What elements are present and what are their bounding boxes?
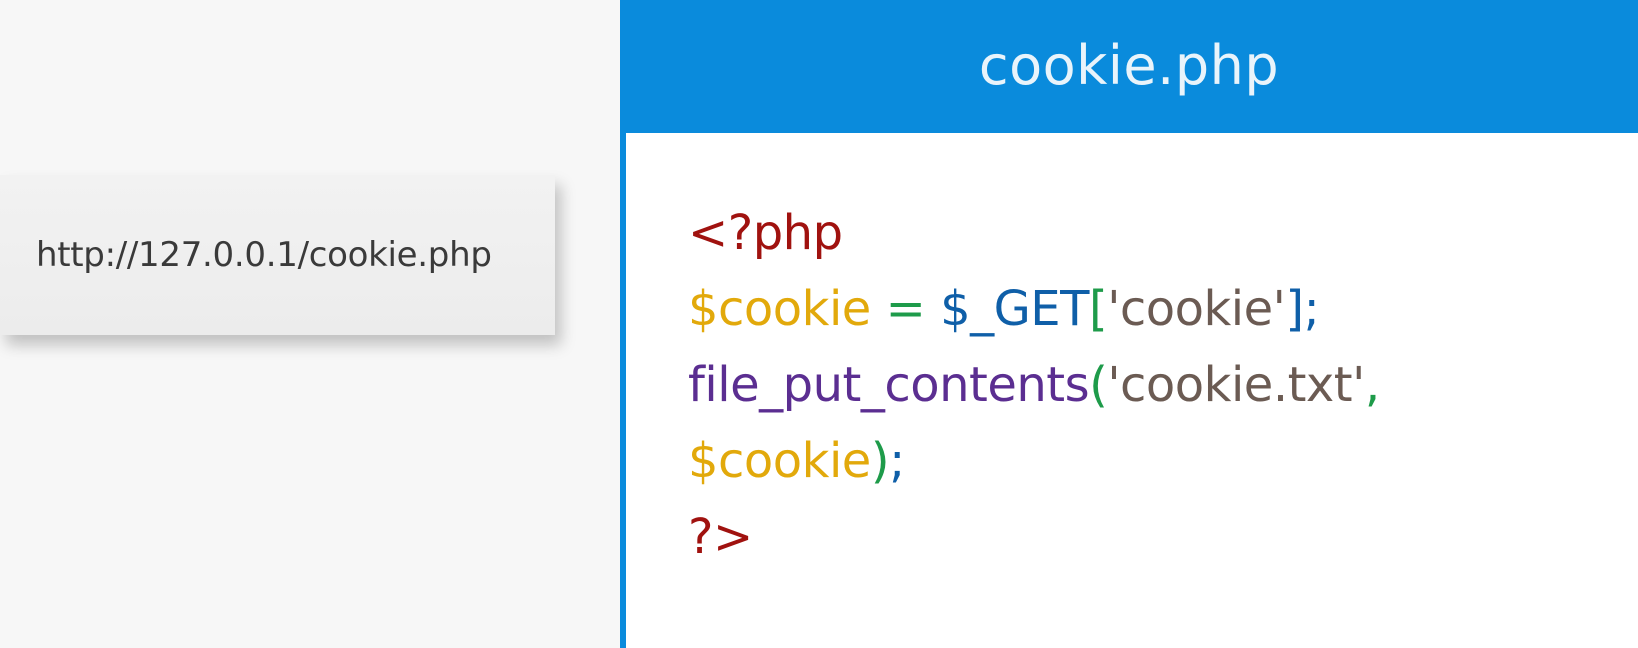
code-token: [ (1088, 281, 1108, 337)
code-token: 'cookie' (1107, 281, 1286, 337)
file-header: cookie.php (620, 0, 1638, 130)
code-block: <?php $cookie = $_GET['cookie']; file_put_… (688, 195, 1618, 575)
code-line: $cookie); (688, 423, 1618, 499)
file-panel: cookie.php <?php $cookie = $_GET['cookie'… (620, 0, 1638, 648)
code-line: $cookie = $_GET['cookie']; (688, 271, 1618, 347)
code-token: , (1364, 357, 1380, 413)
code-token: $cookie (688, 281, 871, 337)
code-token: ( (1089, 357, 1108, 413)
code-token: ; (889, 433, 905, 489)
code-token: = (870, 281, 941, 337)
code-token: $_GET (940, 281, 1089, 337)
code-token: ) (870, 433, 890, 489)
url-text: http://127.0.0.1/cookie.php (36, 235, 492, 275)
code-line: <?php (688, 195, 1618, 271)
file-title: cookie.php (978, 33, 1280, 97)
code-line: ?> (688, 499, 1618, 575)
code-token: <?php (688, 205, 843, 261)
code-token: ?> (688, 509, 753, 565)
code-token: ]; (1285, 281, 1320, 337)
code-token: 'cookie.txt' (1107, 357, 1365, 413)
code-area: <?php $cookie = $_GET['cookie']; file_put_… (626, 133, 1638, 648)
code-token: $cookie (688, 433, 871, 489)
code-token: file_put_contents (688, 357, 1090, 413)
code-line: file_put_contents('cookie.txt', (688, 347, 1618, 423)
url-card: http://127.0.0.1/cookie.php (0, 175, 555, 335)
